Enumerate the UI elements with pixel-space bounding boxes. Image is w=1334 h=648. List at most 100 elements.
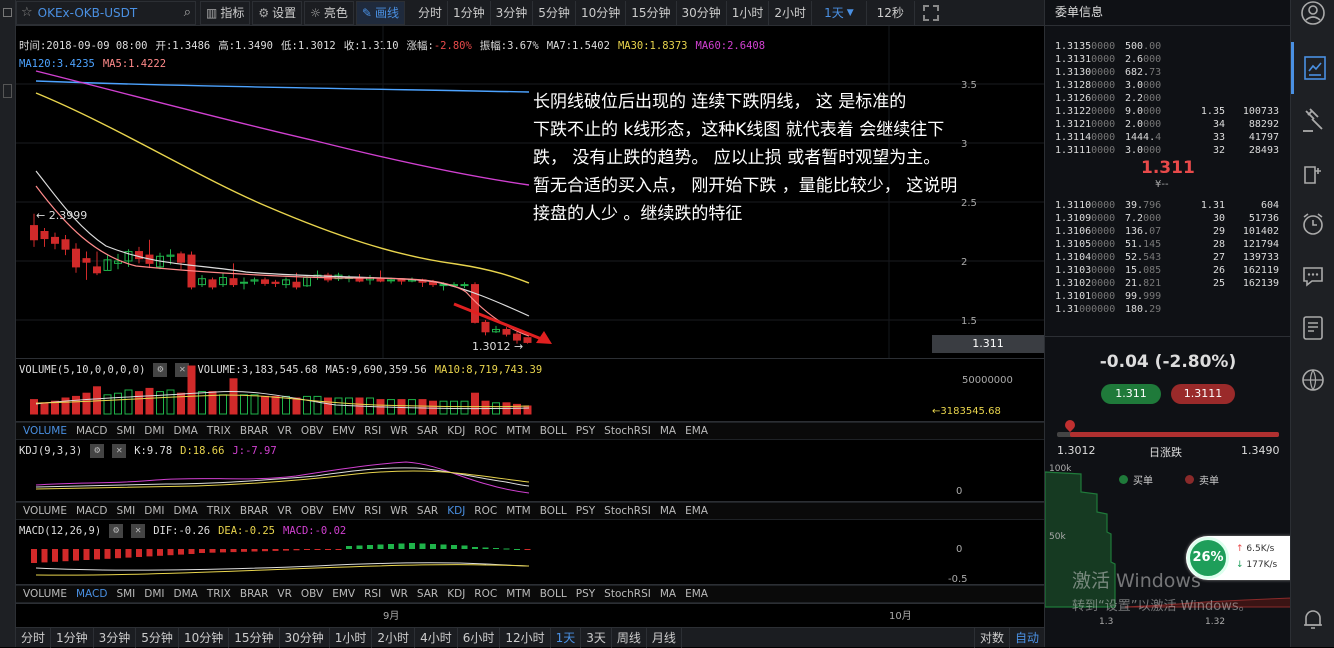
timeframe-2[interactable]: 3分钟 (491, 0, 534, 25)
bid-row[interactable]: 1.31100000 39.796 1.31 604 (1045, 199, 1290, 212)
theme-button[interactable]: ☼ 亮色 (304, 0, 354, 25)
period-2[interactable]: 3分钟 (94, 627, 137, 648)
tabs2-tab-stochrsi[interactable]: StochRSI (600, 505, 656, 517)
macd-chart[interactable] (16, 520, 1044, 585)
period-13[interactable]: 3天 (581, 627, 612, 648)
tabs3-tab-emv[interactable]: EMV (328, 588, 360, 600)
auto-scale-button[interactable]: 自动 (1010, 628, 1044, 648)
draw-tool-icon[interactable] (3, 84, 12, 98)
tabs3-tab-stochrsi[interactable]: StochRSI (600, 588, 656, 600)
period-8[interactable]: 2小时 (372, 627, 416, 648)
tabs3-tab-trix[interactable]: TRIX (203, 588, 236, 600)
tabs2-tab-obv[interactable]: OBV (297, 505, 328, 517)
tabs1-tab-dma[interactable]: DMA (170, 425, 203, 437)
chart-icon[interactable] (1291, 42, 1334, 94)
fullscreen-button[interactable] (915, 1, 947, 25)
tabs1-tab-ma[interactable]: MA (656, 425, 681, 437)
period-6[interactable]: 30分钟 (280, 627, 330, 648)
settings-button[interactable]: ⚙ 设置 (252, 0, 303, 25)
draw-button[interactable]: ✎ 画线 (355, 0, 405, 25)
tabs2-tab-volume[interactable]: VOLUME (19, 505, 72, 517)
tabs1-tab-volume[interactable]: VOLUME (19, 425, 72, 437)
tabs3-tab-mtm[interactable]: MTM (502, 588, 536, 600)
period-0[interactable]: 分时 (16, 627, 52, 648)
search-icon[interactable]: ⌕ (184, 5, 191, 20)
auction-icon[interactable] (1291, 94, 1334, 146)
bid-row[interactable]: 1.31040000 52.543 27 139733 (1045, 251, 1290, 264)
tabs2-tab-rsi[interactable]: RSI (360, 505, 386, 517)
ask-row[interactable]: 1.31140000 1444.4 33 41797 (1045, 131, 1290, 144)
tabs1-tab-obv[interactable]: OBV (297, 425, 328, 437)
tabs2-tab-roc[interactable]: ROC (470, 505, 502, 517)
tabs3-tab-dmi[interactable]: DMI (140, 588, 169, 600)
tabs3-tab-wr[interactable]: WR (386, 588, 413, 600)
tabs1-tab-ema[interactable]: EMA (681, 425, 713, 437)
document-icon[interactable] (1291, 302, 1334, 354)
tabs1-tab-kdj[interactable]: KDJ (443, 425, 470, 437)
tabs3-tab-vr[interactable]: VR (273, 588, 296, 600)
tabs1-tab-mtm[interactable]: MTM (502, 425, 536, 437)
tabs1-tab-macd[interactable]: MACD (72, 425, 112, 437)
tabs2-tab-dmi[interactable]: DMI (140, 505, 169, 517)
ask-row[interactable]: 1.31350000 500.00 (1045, 40, 1290, 53)
tabs1-tab-brar[interactable]: BRAR (236, 425, 274, 437)
tabs2-tab-brar[interactable]: BRAR (236, 505, 274, 517)
ask-row[interactable]: 1.31210000 2.0000 34 88292 (1045, 118, 1290, 131)
timeframe-0[interactable]: 分时 (413, 0, 449, 25)
account-icon[interactable] (1291, 0, 1334, 28)
bid-row[interactable]: 1.31060000 136.07 29 101402 (1045, 225, 1290, 238)
ask-row[interactable]: 1.31280000 3.0000 (1045, 79, 1290, 92)
buy-price-badge[interactable]: 1.311 (1101, 384, 1161, 404)
period-9[interactable]: 4小时 (415, 627, 458, 648)
tabs3-tab-smi[interactable]: SMI (112, 588, 140, 600)
ask-row[interactable]: 1.31110000 3.0000 32 28493 (1045, 144, 1290, 157)
tabs3-tab-obv[interactable]: OBV (297, 588, 328, 600)
tabs2-tab-trix[interactable]: TRIX (203, 505, 236, 517)
tabs3-tab-ma[interactable]: MA (656, 588, 681, 600)
tabs2-tab-kdj[interactable]: KDJ (443, 505, 470, 517)
tabs2-tab-smi[interactable]: SMI (112, 505, 140, 517)
tabs3-tab-dma[interactable]: DMA (170, 588, 203, 600)
tabs1-tab-roc[interactable]: ROC (470, 425, 502, 437)
tabs3-tab-rsi[interactable]: RSI (360, 588, 386, 600)
bid-row[interactable]: 1.31050000 51.145 28 121794 (1045, 238, 1290, 251)
volume-panel[interactable]: VOLUME(5,10,0,0,0,0) ⚙ ✕ VOLUME:3,183,54… (16, 359, 1044, 422)
tabs1-tab-emv[interactable]: EMV (328, 425, 360, 437)
period-3[interactable]: 5分钟 (136, 627, 179, 648)
star-icon[interactable]: ☆ (21, 5, 33, 20)
period-1[interactable]: 1分钟 (51, 627, 94, 648)
period-10[interactable]: 6小时 (458, 627, 501, 648)
period-12[interactable]: 1天 (551, 627, 582, 648)
tabs2-tab-ma[interactable]: MA (656, 505, 681, 517)
timeframe-5[interactable]: 15分钟 (626, 0, 677, 25)
tabs3-tab-roc[interactable]: ROC (470, 588, 502, 600)
tabs2-tab-sar[interactable]: SAR (413, 505, 443, 517)
tabs2-tab-psy[interactable]: PSY (572, 505, 600, 517)
period-5[interactable]: 15分钟 (229, 627, 280, 648)
tabs3-tab-volume[interactable]: VOLUME (19, 588, 72, 600)
bid-row[interactable]: 1.31030000 15.085 26 162119 (1045, 264, 1290, 277)
ask-row[interactable]: 1.31260000 2.2000 (1045, 92, 1290, 105)
volume-chart[interactable] (16, 359, 1044, 422)
sell-price-badge[interactable]: 1.3111 (1171, 384, 1235, 404)
period-4[interactable]: 10分钟 (179, 627, 230, 648)
period-11[interactable]: 12小时 (500, 627, 551, 648)
ask-row[interactable]: 1.31310000 2.6000 (1045, 53, 1290, 66)
tabs1-tab-trix[interactable]: TRIX (203, 425, 236, 437)
macd-panel[interactable]: MACD(12,26,9) ⚙ ✕ DIF:-0.26 DEA:-0.25 MA… (16, 520, 1044, 585)
tabs3-tab-boll[interactable]: BOLL (536, 588, 572, 600)
timeframe-8[interactable]: 2小时 (769, 0, 813, 25)
tabs1-tab-boll[interactable]: BOLL (536, 425, 572, 437)
tabs2-tab-ema[interactable]: EMA (681, 505, 713, 517)
share-icon[interactable] (1291, 146, 1334, 198)
ask-row[interactable]: 1.31220000 9.0000 1.35 100733 (1045, 105, 1290, 118)
timeframe-4[interactable]: 10分钟 (576, 0, 627, 25)
tabs1-tab-smi[interactable]: SMI (112, 425, 140, 437)
web-icon[interactable] (1291, 354, 1334, 406)
indicators-button[interactable]: ▥ 指标 (200, 0, 251, 25)
tabs3-tab-sar[interactable]: SAR (413, 588, 443, 600)
timeframe-1[interactable]: 1分钟 (448, 0, 491, 25)
refresh-interval[interactable]: 12秒 (867, 0, 915, 25)
tabs3-tab-psy[interactable]: PSY (572, 588, 600, 600)
symbol-search[interactable]: ☆ OKEx-OKB-USDT ⌕ (16, 0, 196, 25)
